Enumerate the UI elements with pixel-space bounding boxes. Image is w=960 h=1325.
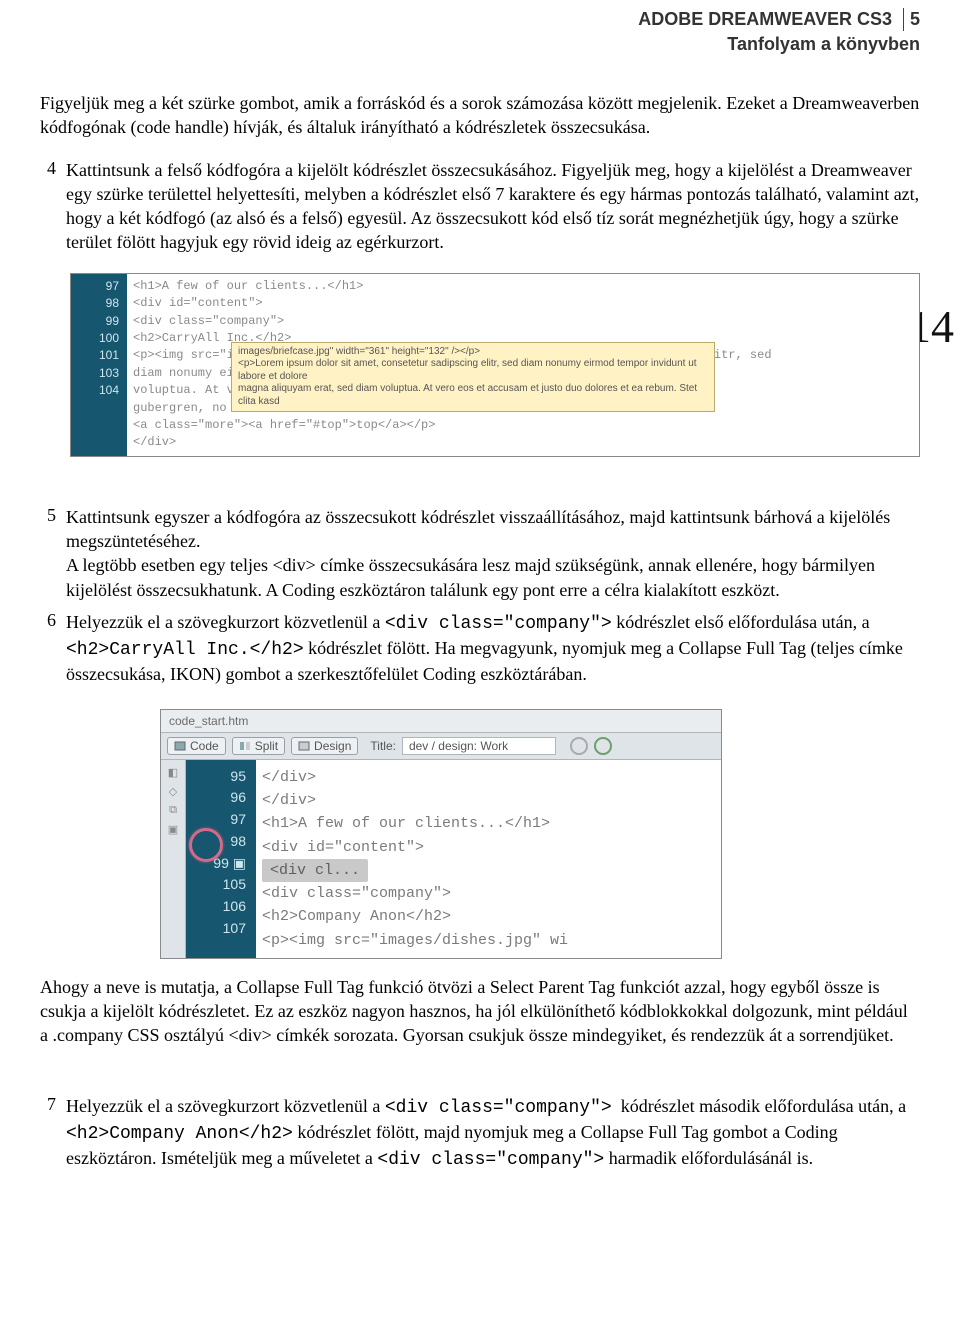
- design-view-button[interactable]: Design: [291, 737, 358, 755]
- validate-icon[interactable]: [570, 737, 588, 755]
- design-icon: [298, 740, 310, 752]
- code-view-button[interactable]: Code: [167, 737, 226, 755]
- step-number: 4: [40, 158, 56, 255]
- step-number: 6: [40, 610, 56, 687]
- step-number: 5: [40, 505, 56, 602]
- line-gutter: 97 98 99 100 101 103 104: [71, 274, 127, 456]
- code-icon: [174, 740, 186, 752]
- split-icon: [239, 740, 251, 752]
- collapse-full-tag-icon[interactable]: ⧉: [169, 804, 177, 817]
- coding-toolbar: ◧ ◇ ⧉ ▣: [161, 760, 186, 958]
- step-body: Helyezzük el a szövegkurzort közvetlenül…: [66, 610, 920, 687]
- tool-icon[interactable]: ◇: [169, 785, 177, 798]
- code-tooltip: images/briefcase.jpg" width="361" height…: [231, 342, 715, 413]
- step-body: Kattintsunk a felső kódfogóra a kijelölt…: [66, 158, 920, 255]
- header-subtitle: Tanfolyam a könyvben: [40, 33, 920, 56]
- intro-paragraph: Figyeljük meg a két szürke gombot, amik …: [40, 91, 920, 140]
- step-number: 7: [40, 1094, 56, 1173]
- split-view-button[interactable]: Split: [232, 737, 285, 755]
- page-header: ADOBE DREAMWEAVER CS3 5 Tanfolyam a köny…: [40, 0, 920, 55]
- collapsed-chip[interactable]: <div cl...: [262, 859, 368, 882]
- title-input[interactable]: dev / design: Work: [402, 737, 556, 755]
- screenshot-code-tooltip: 97 98 99 100 101 103 104 <h1>A few of ou…: [70, 273, 920, 457]
- collapse-handle-icon[interactable]: ▣: [233, 855, 246, 871]
- screenshot-code-collapse: code_start.htm Code Split Design Title: …: [160, 709, 722, 959]
- title-label: Title:: [370, 739, 396, 753]
- view-toolbar: Code Split Design Title: dev / design: W…: [161, 733, 721, 760]
- step-body: Helyezzük el a szövegkurzort közvetlenül…: [66, 1094, 920, 1173]
- step-body: Kattintsunk egyszer a kódfogóra az össze…: [66, 505, 920, 602]
- paragraph-after-shot2: Ahogy a neve is mutatja, a Collapse Full…: [40, 975, 920, 1048]
- tool-icon[interactable]: ◧: [168, 766, 178, 779]
- highlight-circle: [189, 828, 223, 862]
- preview-icon[interactable]: [594, 737, 612, 755]
- tool-icon[interactable]: ▣: [168, 823, 178, 836]
- document-tab[interactable]: code_start.htm: [161, 710, 721, 733]
- header-page-number: 5: [903, 8, 920, 31]
- header-title: ADOBE DREAMWEAVER CS3: [638, 9, 892, 29]
- code-area: </div> </div> <h1>A few of our clients..…: [256, 760, 721, 958]
